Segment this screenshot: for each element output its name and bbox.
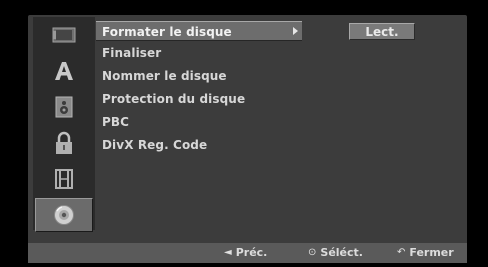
sidebar-item-lock[interactable] bbox=[33, 127, 95, 159]
disc-menu: Formater le disque Finaliser Nommer le d… bbox=[96, 17, 302, 230]
menu-item-finalize[interactable]: Finaliser bbox=[96, 43, 302, 63]
select-label: Séléct. bbox=[320, 246, 363, 259]
film-icon bbox=[55, 169, 73, 189]
sidebar-item-audio[interactable] bbox=[33, 91, 95, 123]
sidebar-item-language[interactable] bbox=[33, 55, 95, 87]
setup-screen: Formater le disque Finaliser Nommer le d… bbox=[0, 0, 488, 267]
menu-item-name-disc[interactable]: Nommer le disque bbox=[96, 66, 302, 86]
chevron-right-icon bbox=[293, 27, 298, 35]
menu-item-format-disc[interactable]: Formater le disque bbox=[96, 21, 302, 41]
menu-item-label: Protection du disque bbox=[102, 92, 246, 106]
letter-a-icon bbox=[55, 62, 73, 80]
enter-icon: ⊙ bbox=[308, 247, 317, 258]
lock-icon bbox=[56, 131, 72, 154]
previous-button[interactable]: ◄ Préc. bbox=[224, 243, 267, 263]
speaker-icon bbox=[55, 96, 73, 118]
sidebar-item-disc[interactable] bbox=[35, 198, 93, 232]
category-sidebar bbox=[33, 17, 95, 232]
menu-item-pbc[interactable]: PBC bbox=[96, 112, 302, 132]
option-panel: Lect. bbox=[304, 17, 465, 230]
read-option-button[interactable]: Lect. bbox=[349, 23, 415, 40]
menu-item-label: Finaliser bbox=[102, 46, 162, 60]
screen-icon bbox=[52, 27, 76, 43]
menu-item-label: DivX Reg. Code bbox=[102, 138, 208, 152]
left-arrow-icon: ◄ bbox=[224, 247, 232, 258]
previous-label: Préc. bbox=[235, 246, 268, 259]
return-icon: ↶ bbox=[397, 247, 406, 258]
menu-item-divx-reg-code[interactable]: DivX Reg. Code bbox=[96, 135, 302, 155]
sidebar-item-recording[interactable] bbox=[33, 163, 95, 195]
menu-item-label: Formater le disque bbox=[102, 25, 232, 39]
menu-item-disc-protection[interactable]: Protection du disque bbox=[96, 89, 302, 109]
sidebar-item-display[interactable] bbox=[33, 19, 95, 51]
disc-icon bbox=[54, 205, 74, 225]
close-button[interactable]: ↶ Fermer bbox=[397, 243, 454, 263]
footer-bar: ◄ Préc. ⊙ Séléct. ↶ Fermer bbox=[28, 243, 467, 263]
menu-item-label: Nommer le disque bbox=[102, 69, 227, 83]
menu-item-label: PBC bbox=[102, 115, 130, 129]
close-label: Fermer bbox=[409, 246, 454, 259]
select-button[interactable]: ⊙ Séléct. bbox=[308, 243, 363, 263]
